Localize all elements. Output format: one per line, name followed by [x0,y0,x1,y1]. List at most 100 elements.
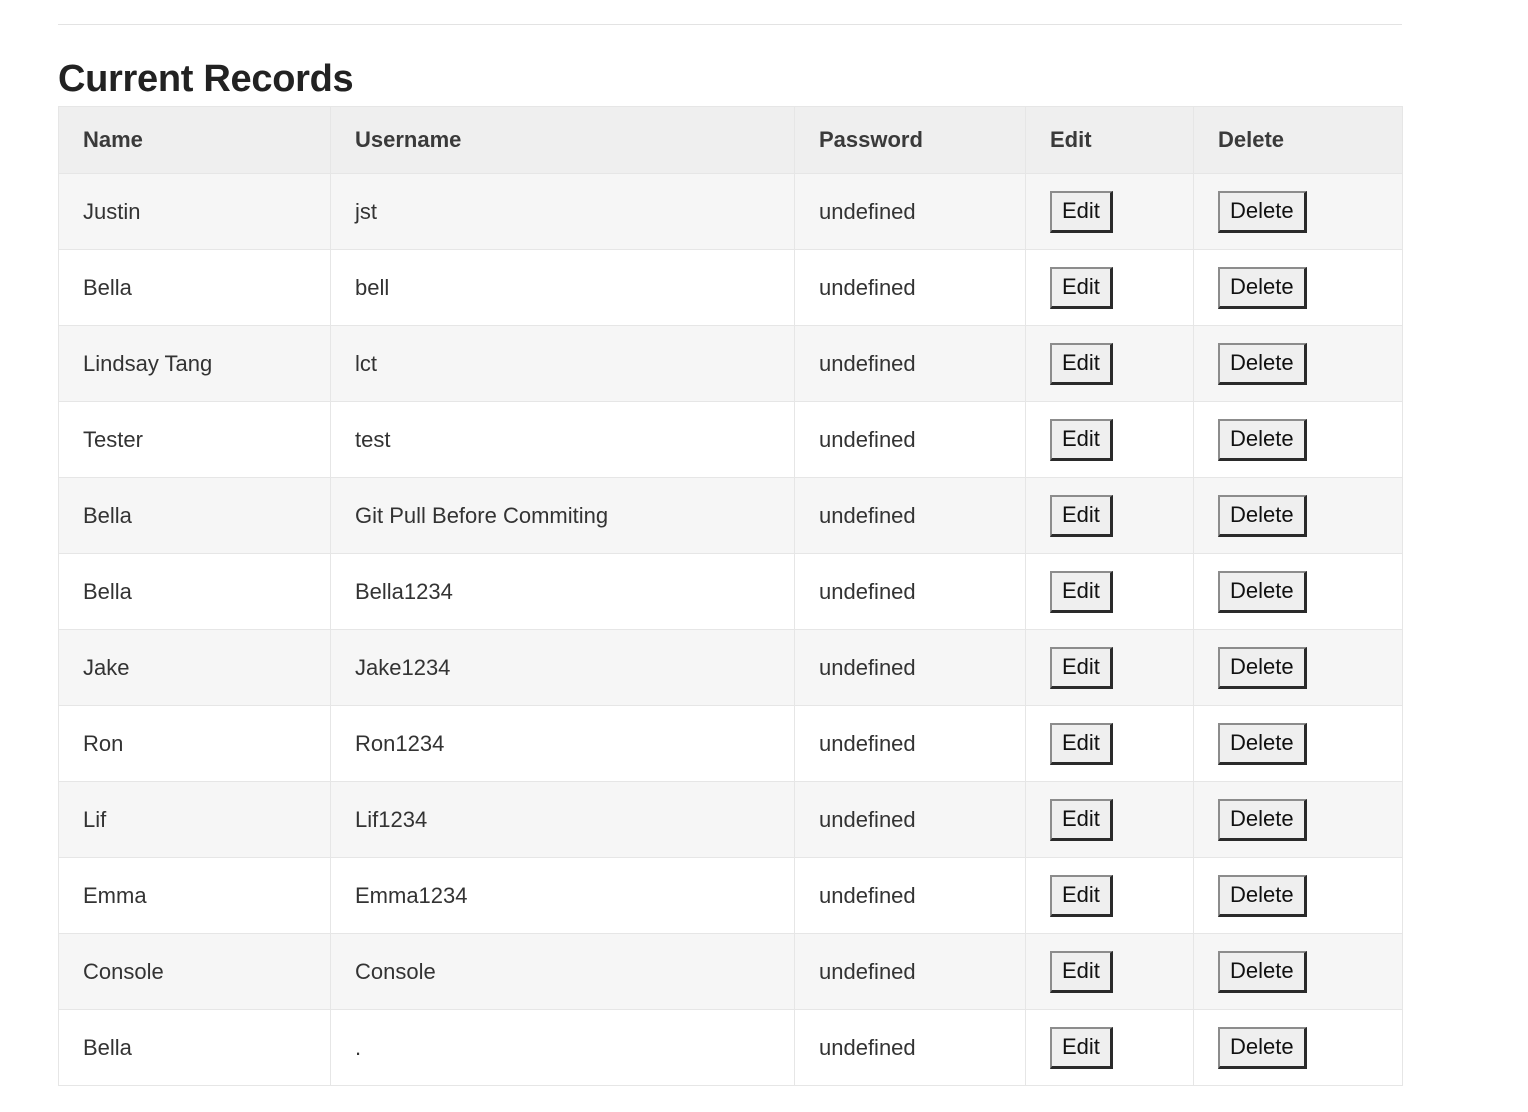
column-header-username: Username [330,106,795,174]
cell-password: undefined [794,781,1026,858]
delete-button[interactable]: Delete [1218,342,1307,385]
cell-username: Jake1234 [330,629,795,706]
cell-edit: Edit [1025,401,1194,478]
cell-edit: Edit [1025,325,1194,402]
delete-button[interactable]: Delete [1218,798,1307,841]
cell-name: Justin [58,173,331,250]
cell-username: Lif1234 [330,781,795,858]
cell-edit: Edit [1025,249,1194,326]
column-header-edit: Edit [1025,106,1194,174]
column-header-password: Password [794,106,1026,174]
cell-edit: Edit [1025,781,1194,858]
cell-delete: Delete [1193,477,1403,554]
cell-edit: Edit [1025,553,1194,630]
records-body: Justin jst undefined Edit Delete Bella bell und… [58,173,1403,1086]
records-table: Name Username Password Edit Delete Justi… [58,106,1403,1086]
column-header-name: Name [58,106,331,174]
top-divider [58,24,1402,25]
table-row: Bella Bella1234 undefined Edit Delete [58,553,1403,630]
table-row: Tester test undefined Edit Delete [58,401,1403,478]
cell-delete: Delete [1193,857,1403,934]
cell-password: undefined [794,705,1026,782]
cell-password: undefined [794,629,1026,706]
cell-edit: Edit [1025,1009,1194,1086]
delete-button[interactable]: Delete [1218,418,1307,461]
table-row: Justin jst undefined Edit Delete [58,173,1403,250]
edit-button[interactable]: Edit [1050,798,1113,841]
section-title: Current Records [58,58,354,100]
table-row: Bella bell undefined Edit Delete [58,249,1403,326]
cell-edit: Edit [1025,705,1194,782]
cell-delete: Delete [1193,173,1403,250]
delete-button[interactable]: Delete [1218,722,1307,765]
cell-username: lct [330,325,795,402]
cell-name: Bella [58,553,331,630]
cell-name: Lif [58,781,331,858]
cell-delete: Delete [1193,401,1403,478]
cell-edit: Edit [1025,173,1194,250]
edit-button[interactable]: Edit [1050,950,1113,993]
table-row: Bella Git Pull Before Commiting undefined E… [58,477,1403,554]
cell-name: Bella [58,1009,331,1086]
cell-edit: Edit [1025,477,1194,554]
table-row: Emma Emma1234 undefined Edit Delete [58,857,1403,934]
cell-delete: Delete [1193,933,1403,1010]
edit-button[interactable]: Edit [1050,494,1113,537]
edit-button[interactable]: Edit [1050,646,1113,689]
cell-delete: Delete [1193,325,1403,402]
edit-button[interactable]: Edit [1050,266,1113,309]
cell-delete: Delete [1193,553,1403,630]
cell-name: Bella [58,477,331,554]
edit-button[interactable]: Edit [1050,570,1113,613]
edit-button[interactable]: Edit [1050,342,1113,385]
page: Current Records Name Username Password E… [0,0,1528,1112]
cell-password: undefined [794,401,1026,478]
cell-edit: Edit [1025,629,1194,706]
cell-password: undefined [794,1009,1026,1086]
cell-username: bell [330,249,795,326]
edit-button[interactable]: Edit [1050,190,1113,233]
cell-name: Console [58,933,331,1010]
cell-password: undefined [794,173,1026,250]
cell-delete: Delete [1193,629,1403,706]
table-row: Lif Lif1234 undefined Edit Delete [58,781,1403,858]
cell-password: undefined [794,477,1026,554]
edit-button[interactable]: Edit [1050,1026,1113,1069]
cell-password: undefined [794,325,1026,402]
cell-password: undefined [794,249,1026,326]
delete-button[interactable]: Delete [1218,874,1307,917]
cell-edit: Edit [1025,933,1194,1010]
delete-button[interactable]: Delete [1218,1026,1307,1069]
cell-delete: Delete [1193,705,1403,782]
table-row: Ron Ron1234 undefined Edit Delete [58,705,1403,782]
cell-username: Console [330,933,795,1010]
delete-button[interactable]: Delete [1218,494,1307,537]
cell-name: Jake [58,629,331,706]
cell-name: Bella [58,249,331,326]
delete-button[interactable]: Delete [1218,570,1307,613]
cell-delete: Delete [1193,1009,1403,1086]
delete-button[interactable]: Delete [1218,190,1307,233]
cell-username: jst [330,173,795,250]
cell-name: Ron [58,705,331,782]
cell-username: Bella1234 [330,553,795,630]
cell-password: undefined [794,857,1026,934]
delete-button[interactable]: Delete [1218,266,1307,309]
cell-username: test [330,401,795,478]
cell-name: Tester [58,401,331,478]
cell-name: Emma [58,857,331,934]
table-row: Console Console undefined Edit Delete [58,933,1403,1010]
cell-delete: Delete [1193,781,1403,858]
cell-name: Lindsay Tang [58,325,331,402]
edit-button[interactable]: Edit [1050,722,1113,765]
table-row: Lindsay Tang lct undefined Edit Delete [58,325,1403,402]
cell-username: Ron1234 [330,705,795,782]
edit-button[interactable]: Edit [1050,874,1113,917]
cell-password: undefined [794,553,1026,630]
delete-button[interactable]: Delete [1218,950,1307,993]
delete-button[interactable]: Delete [1218,646,1307,689]
cell-username: Emma1234 [330,857,795,934]
cell-username: Git Pull Before Commiting [330,477,795,554]
edit-button[interactable]: Edit [1050,418,1113,461]
cell-username: . [330,1009,795,1086]
